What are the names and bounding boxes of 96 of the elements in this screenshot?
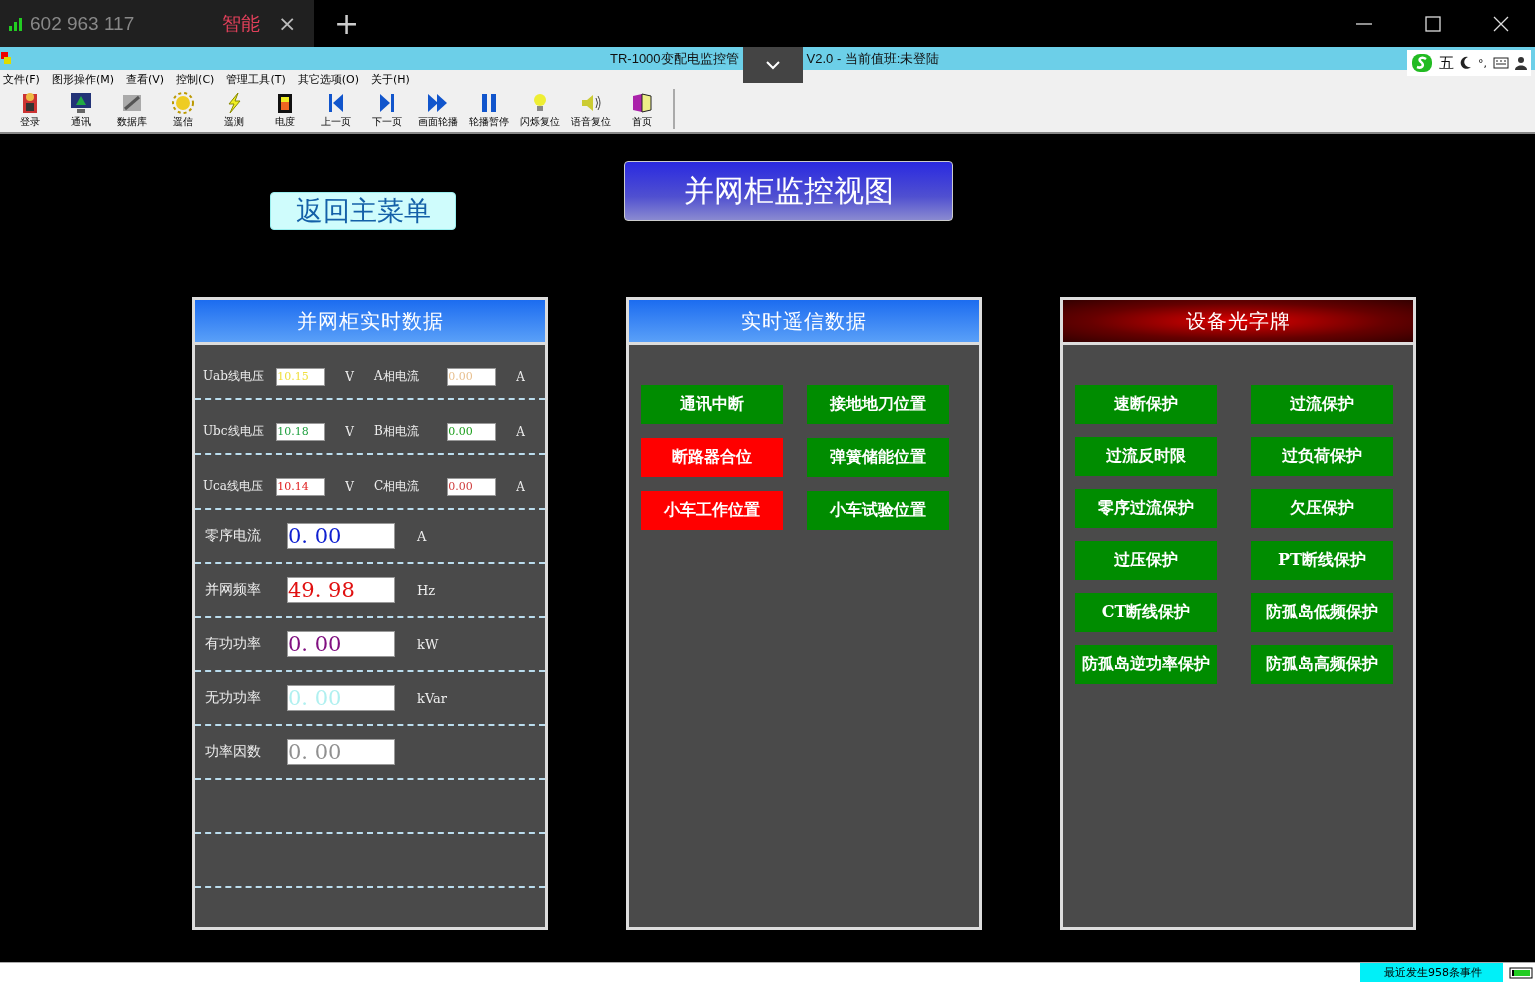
unit-label: V bbox=[344, 479, 355, 494]
maximize-icon[interactable] bbox=[1425, 15, 1441, 32]
moon-icon[interactable] bbox=[1460, 56, 1472, 70]
field-label: B相电流 bbox=[374, 423, 420, 440]
status-indicator: 小车工作位置 bbox=[641, 491, 783, 530]
close-icon[interactable] bbox=[1493, 15, 1509, 32]
field-label: Uca线电压 bbox=[203, 478, 264, 495]
status-indicator: 过负荷保护 bbox=[1251, 437, 1393, 476]
menu-item[interactable]: 控制(C) bbox=[176, 72, 215, 87]
field-label: 零序电流 bbox=[204, 527, 262, 545]
view-title: 并网柜监控视图 bbox=[624, 161, 953, 221]
toolbar-button[interactable]: 画面轮播 bbox=[412, 89, 463, 129]
user-icon[interactable] bbox=[1515, 56, 1527, 70]
app-icon bbox=[1, 51, 13, 66]
status-indicator: 防孤岛低频保护 bbox=[1251, 593, 1393, 632]
input-mode-button[interactable]: 五 bbox=[1439, 53, 1454, 73]
close-tab-button[interactable]: × bbox=[278, 11, 297, 36]
back-to-main-menu-button[interactable]: 返回主菜单 bbox=[270, 192, 456, 230]
toolbar-button[interactable]: 上一页 bbox=[310, 89, 361, 129]
toolbar-button[interactable]: 电度 bbox=[259, 89, 310, 129]
field-label: Uab线电压 bbox=[203, 368, 265, 385]
menu-item[interactable]: 文件(F) bbox=[3, 72, 40, 87]
sun-icon bbox=[169, 91, 196, 115]
value-field: 0. 00 bbox=[287, 523, 395, 549]
browser-tab[interactable]: 602 963 117 智能 × bbox=[0, 0, 314, 47]
toolbar-button[interactable]: 登录 bbox=[4, 89, 55, 129]
window-title: V2.0 - 当前值班:未登陆 bbox=[806, 49, 940, 68]
value-field: 0.00 bbox=[447, 422, 497, 441]
menu-item[interactable]: 关于(H) bbox=[370, 72, 410, 87]
status-indicator: 弹簧储能位置 bbox=[807, 438, 949, 477]
field-label: 无功功率 bbox=[204, 689, 262, 707]
status-indicator: 过流反时限 bbox=[1075, 437, 1217, 476]
chevron-down-icon bbox=[764, 60, 781, 70]
unit-label: A bbox=[515, 424, 526, 439]
field-label: 功率因数 bbox=[204, 743, 262, 761]
status-indicator: 接地地刀位置 bbox=[807, 385, 949, 424]
ime-logo-icon[interactable] bbox=[1411, 53, 1433, 73]
value-field: 49. 98 bbox=[287, 577, 395, 603]
toolbar-button[interactable]: 语音复位 bbox=[565, 89, 616, 129]
toolbar-button[interactable]: 遥信 bbox=[157, 89, 208, 129]
toolbar-button[interactable]: 数据库 bbox=[106, 89, 157, 129]
field-label: 有功功率 bbox=[204, 635, 262, 653]
status-indicator: 通讯中断 bbox=[641, 385, 783, 424]
toolbar-button[interactable]: 下一页 bbox=[361, 89, 412, 129]
value-field: 10.15 bbox=[276, 367, 326, 386]
unit-label: Hz bbox=[417, 582, 436, 598]
menu-item[interactable]: 查看(V) bbox=[126, 72, 165, 87]
toolbar-button[interactable]: 闪烁复位 bbox=[514, 89, 565, 129]
toolbar-button[interactable]: 通讯 bbox=[55, 89, 106, 129]
toolbar-button[interactable]: 轮播暂停 bbox=[463, 89, 514, 129]
toolbar-button[interactable]: 首页 bbox=[616, 89, 667, 129]
unit-label: kVar bbox=[417, 690, 448, 706]
status-indicator: 过压保护 bbox=[1075, 541, 1217, 580]
keyboard-icon[interactable] bbox=[1493, 57, 1509, 69]
value-field: 10.18 bbox=[276, 422, 326, 441]
field-label: A相电流 bbox=[374, 368, 420, 385]
status-indicator: CT断线保护 bbox=[1075, 593, 1217, 632]
unit-label: V bbox=[344, 369, 355, 384]
unit-label: A bbox=[515, 369, 526, 384]
field-label: 并网频率 bbox=[204, 581, 262, 599]
status-indicator: PT断线保护 bbox=[1251, 541, 1393, 580]
unit-label: V bbox=[344, 424, 355, 439]
toolbar-button[interactable]: 遥测 bbox=[208, 89, 259, 129]
unit-label: A bbox=[515, 479, 526, 494]
window-title: TR-1000变配电监控管 bbox=[610, 49, 739, 68]
value-field: 0. 00 bbox=[287, 739, 395, 765]
menu-item[interactable]: 其它选项(O) bbox=[297, 72, 359, 87]
tab-label: 智能 bbox=[222, 10, 260, 36]
field-label: Ubc线电压 bbox=[203, 423, 265, 440]
value-field: 0. 00 bbox=[287, 685, 395, 711]
field-label: C相电流 bbox=[374, 478, 421, 495]
status-indicator: 断路器合位 bbox=[641, 438, 783, 477]
event-count: 最近发生958条事件 bbox=[1360, 963, 1503, 982]
status-indicator: 小车试验位置 bbox=[807, 491, 949, 530]
panel-title: 实时遥信数据 bbox=[629, 300, 979, 345]
signal-icon bbox=[8, 15, 24, 32]
value-field: 0.00 bbox=[447, 477, 497, 496]
status-indicator: 过流保护 bbox=[1251, 385, 1393, 424]
unit-label: A bbox=[417, 528, 427, 544]
status-indicator: 速断保护 bbox=[1075, 385, 1217, 424]
menu-item[interactable]: 图形操作(M) bbox=[51, 72, 114, 87]
panel-title: 设备光字牌 bbox=[1063, 300, 1413, 345]
value-field: 0.00 bbox=[447, 367, 497, 386]
punctuation-button[interactable]: °, bbox=[1478, 56, 1487, 70]
status-indicator: 防孤岛高频保护 bbox=[1251, 645, 1393, 684]
collapse-button[interactable] bbox=[742, 47, 803, 83]
value-field: 0. 00 bbox=[287, 631, 395, 657]
panel-title: 并网柜实时数据 bbox=[195, 300, 545, 345]
tab-title: 602 963 117 bbox=[30, 12, 136, 35]
menu-item[interactable]: 管理工具(T) bbox=[226, 72, 286, 87]
value-field: 10.14 bbox=[276, 477, 326, 496]
status-indicator: 欠压保护 bbox=[1251, 489, 1393, 528]
unit-label: kW bbox=[417, 636, 439, 652]
status-indicator: 零序过流保护 bbox=[1075, 489, 1217, 528]
new-tab-button[interactable]: + bbox=[334, 6, 360, 41]
status-indicator: 防孤岛逆功率保护 bbox=[1075, 645, 1217, 684]
